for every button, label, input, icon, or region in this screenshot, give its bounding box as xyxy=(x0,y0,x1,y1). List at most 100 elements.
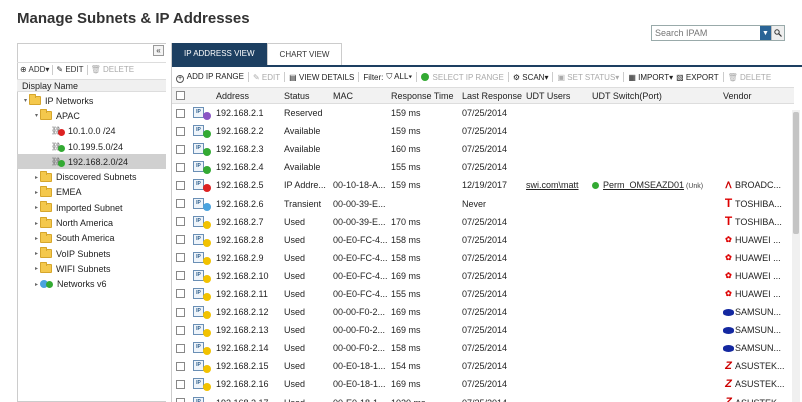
collapsed-arrow-icon[interactable]: ▸ xyxy=(33,250,40,257)
table-row[interactable]: IP 192.168.2.11 Used 00-E0-FC-4... 155 ms 07/… xyxy=(172,285,794,303)
column-header-mac[interactable]: MAC xyxy=(333,91,391,101)
row-checkbox[interactable] xyxy=(176,271,185,281)
row-checkbox[interactable] xyxy=(176,361,185,371)
cell-vendor: ZASUSTEK... xyxy=(723,361,794,372)
tree-item[interactable]: ▾ IP Networks xyxy=(17,93,166,108)
add-button[interactable]: ⊕ ADD▾ xyxy=(20,65,49,74)
pencil-icon: ✎ xyxy=(252,72,260,82)
table-row[interactable]: IP 192.168.2.13 Used 00-00-F0-2... 169 ms 07/… xyxy=(172,321,794,339)
folder-icon xyxy=(40,185,52,197)
cell-address: 192.168.2.4 xyxy=(216,162,264,173)
select-all-checkbox[interactable] xyxy=(176,91,185,100)
tree-item[interactable]: ▸ Networks v6 xyxy=(17,277,166,292)
column-header-status[interactable]: Status xyxy=(284,91,333,101)
search-input[interactable] xyxy=(652,26,760,40)
column-header-address[interactable]: Address xyxy=(216,91,284,101)
table-row[interactable]: IP 192.168.2.12 Used 00-00-F0-2... 169 ms 07/… xyxy=(172,303,794,321)
row-checkbox[interactable] xyxy=(176,253,185,263)
tree-item[interactable]: ⛓ 10.199.5.0/24 xyxy=(17,139,166,154)
scrollbar-thumb[interactable] xyxy=(793,112,799,234)
add-ip-range-button[interactable]: + ADD IP RANGE xyxy=(176,72,244,83)
tree-item[interactable]: ▸ Imported Subnet xyxy=(17,200,166,215)
table-row[interactable]: IP 192.168.2.6 Transient 00-00-39-E... Never… xyxy=(172,194,794,212)
collapsed-arrow-icon[interactable]: ▸ xyxy=(33,235,40,242)
scan-button[interactable]: ⚙ SCAN▾ xyxy=(513,73,549,82)
table-row[interactable]: IP 192.168.2.7 Used 00-00-39-E... 170 ms 07/2… xyxy=(172,213,794,231)
row-checkbox[interactable] xyxy=(176,343,185,353)
expanded-arrow-icon[interactable]: ▾ xyxy=(22,97,29,104)
table-row[interactable]: IP 192.168.2.2 Available 159 ms 07/25/2014 xyxy=(172,122,794,140)
row-checkbox[interactable] xyxy=(176,199,185,209)
row-checkbox[interactable] xyxy=(176,180,185,190)
table-row[interactable]: IP 192.168.2.8 Used 00-E0-FC-4... 158 ms 07/2… xyxy=(172,231,794,249)
column-header-udt-switch[interactable]: UDT Switch(Port) xyxy=(592,91,723,101)
table-row[interactable]: IP 192.168.2.15 Used 00-E0-18-1... 154 ms 07/… xyxy=(172,357,794,375)
cell-address: 192.168.2.15 xyxy=(216,361,269,372)
tab-chart-view[interactable]: CHART VIEW xyxy=(266,43,343,65)
row-checkbox[interactable] xyxy=(176,289,185,299)
expanded-arrow-icon[interactable]: ▾ xyxy=(33,112,40,119)
collapsed-arrow-icon[interactable]: ▸ xyxy=(33,189,40,196)
column-header-udt-users[interactable]: UDT Users xyxy=(526,91,592,101)
column-header-response-time[interactable]: Response Time xyxy=(391,91,462,101)
cell-udt-user[interactable]: swi.com\matt xyxy=(526,180,592,190)
toshiba-logo-icon: T xyxy=(724,216,733,228)
column-header-vendor[interactable]: Vendor xyxy=(723,91,794,101)
table-row[interactable]: IP 192.168.2.10 Used 00-E0-FC-4... 169 ms 07/… xyxy=(172,267,794,285)
tree-item[interactable]: ▸ Discovered Subnets xyxy=(17,169,166,184)
row-checkbox[interactable] xyxy=(176,307,185,317)
row-checkbox[interactable] xyxy=(176,325,185,335)
tree-item-label: 192.168.2.0/24 xyxy=(68,156,129,167)
view-details-button[interactable]: ▤ VIEW DETAILS xyxy=(289,73,354,82)
tree-item[interactable]: ⛓ 192.168.2.0/24 xyxy=(17,154,166,170)
collapsed-arrow-icon[interactable]: ▸ xyxy=(33,220,40,227)
tab-ip-address-view[interactable]: IP ADDRESS VIEW xyxy=(172,43,267,65)
row-checkbox[interactable] xyxy=(176,108,185,118)
export-button[interactable]: ▧ EXPORT xyxy=(676,73,719,82)
udt-switch-link[interactable]: Perm_OMSEAZD01 xyxy=(603,180,684,190)
row-checkbox[interactable] xyxy=(176,235,185,245)
filter-dropdown[interactable]: ⛉ ALL▾ xyxy=(386,72,412,82)
table-row[interactable]: IP 192.168.2.16 Used 00-E0-18-1... 169 ms 07/… xyxy=(172,375,794,393)
edit-button[interactable]: ✎ EDIT xyxy=(253,73,280,82)
table-row[interactable]: IP 192.168.2.17Used00-E0-18-1...1020 ms07… xyxy=(172,394,794,402)
tree-item[interactable]: ▸ North America xyxy=(17,215,166,230)
search-icon[interactable] xyxy=(771,26,784,40)
row-checkbox[interactable] xyxy=(176,162,185,172)
select-ip-range-button[interactable]: SELECT IP RANGE xyxy=(421,72,504,82)
table-row[interactable]: IP 192.168.2.5 IP Addre... 00-10-18-A... 159… xyxy=(172,176,794,194)
table-row[interactable]: IP 192.168.2.9 Used 00-E0-FC-4... 158 ms 07/2… xyxy=(172,249,794,267)
search-box[interactable]: ▼ xyxy=(651,25,785,41)
tree-item[interactable]: ▸ VoIP Subnets xyxy=(17,246,166,261)
column-header-last-response[interactable]: Last Response xyxy=(462,91,526,101)
table-row[interactable]: IP 192.168.2.3 Available 160 ms 07/25/2014 xyxy=(172,140,794,158)
row-checkbox[interactable] xyxy=(176,217,185,227)
collapsed-arrow-icon[interactable]: ▸ xyxy=(33,281,40,288)
edit-button[interactable]: ✎ EDIT xyxy=(56,65,83,74)
row-checkbox[interactable] xyxy=(176,144,185,154)
asus-logo-icon: Z xyxy=(723,397,734,402)
table-row[interactable]: IP 192.168.2.1 Reserved 159 ms 07/25/2014 xyxy=(172,104,794,122)
delete-button[interactable]: 🗑 DELETE xyxy=(91,65,135,74)
tree-item[interactable]: ▸ EMEA xyxy=(17,185,166,200)
tree-item[interactable]: ▸ South America xyxy=(17,231,166,246)
collapse-pane-icon[interactable]: « xyxy=(153,45,164,56)
collapsed-arrow-icon[interactable]: ▸ xyxy=(33,174,40,181)
table-row[interactable]: IP 192.168.2.14 Used 00-00-F0-2... 158 ms 07/… xyxy=(172,339,794,357)
chevron-down-icon[interactable]: ▼ xyxy=(760,26,771,40)
cell-response-time: 169 ms xyxy=(391,307,421,318)
import-button[interactable]: ▦ IMPORT▾ xyxy=(628,73,673,82)
tree-item[interactable]: ▸ WIFI Subnets xyxy=(17,261,166,276)
collapsed-arrow-icon[interactable]: ▸ xyxy=(33,204,40,211)
tree-item[interactable]: ▾ APAC xyxy=(17,108,166,123)
set-status-button[interactable]: ▣ SET STATUS▾ xyxy=(557,73,619,82)
delete-button[interactable]: 🗑 DELETE xyxy=(728,73,772,82)
row-checkbox[interactable] xyxy=(176,398,185,402)
tree-item-label: 10.1.0.0 /24 xyxy=(68,126,116,137)
table-row[interactable]: IP 192.168.2.4 Available 155 ms 07/25/2014 xyxy=(172,158,794,176)
collapsed-arrow-icon[interactable]: ▸ xyxy=(33,265,40,272)
row-checkbox[interactable] xyxy=(176,126,185,136)
tree-item[interactable]: ⛓ 10.1.0.0 /24 xyxy=(17,124,166,139)
row-checkbox[interactable] xyxy=(176,379,185,389)
vertical-scrollbar[interactable] xyxy=(792,110,800,402)
